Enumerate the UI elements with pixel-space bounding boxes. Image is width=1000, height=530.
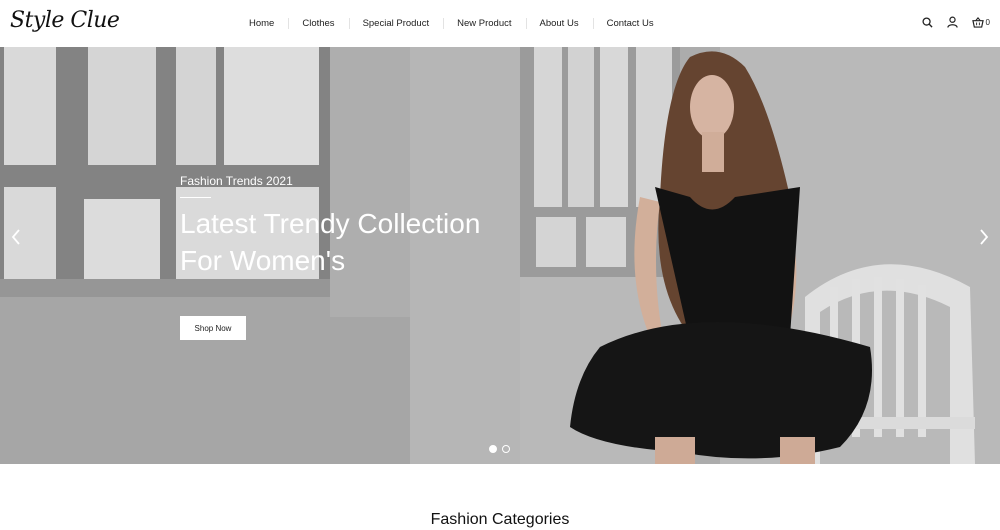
search-icon[interactable] bbox=[921, 15, 935, 29]
user-icon[interactable] bbox=[946, 15, 960, 29]
site-header: Style Clue Home Clothes Special Product … bbox=[0, 0, 1000, 47]
chevron-right-icon bbox=[980, 229, 989, 245]
hero-slider: Fashion Trends 2021 Latest Trendy Collec… bbox=[0, 47, 1000, 464]
nav-item-home[interactable]: Home bbox=[235, 0, 288, 47]
cart-count-badge: 0 bbox=[985, 17, 990, 27]
slider-pagination bbox=[489, 445, 510, 453]
slider-dot-2[interactable] bbox=[502, 445, 510, 453]
header-actions: 0 bbox=[921, 15, 990, 29]
slider-next-button[interactable] bbox=[976, 225, 992, 249]
slider-dot-1[interactable] bbox=[489, 445, 497, 453]
nav-item-special-product[interactable]: Special Product bbox=[348, 0, 444, 47]
hero-title-line-1: Latest Trendy Collection bbox=[180, 208, 481, 239]
shop-now-button[interactable]: Shop Now bbox=[180, 316, 246, 340]
hero-divider bbox=[180, 197, 211, 198]
hero-title: Latest Trendy Collection For Women's bbox=[180, 205, 540, 279]
slider-prev-button[interactable] bbox=[8, 225, 24, 249]
hero-subtitle: Fashion Trends 2021 bbox=[180, 174, 293, 188]
cart-button[interactable]: 0 bbox=[971, 15, 990, 29]
nav-item-clothes[interactable]: Clothes bbox=[288, 0, 348, 47]
nav-item-new-product[interactable]: New Product bbox=[443, 0, 525, 47]
basket-icon bbox=[971, 15, 985, 29]
main-nav: Home Clothes Special Product New Product… bbox=[235, 0, 668, 47]
brand-logo[interactable]: Style Clue bbox=[10, 8, 120, 33]
nav-item-about-us[interactable]: About Us bbox=[525, 0, 593, 47]
section-heading-fashion-categories: Fashion Categories bbox=[430, 511, 570, 528]
nav-item-contact-us[interactable]: Contact Us bbox=[592, 0, 668, 47]
chevron-left-icon bbox=[11, 229, 20, 245]
hero-title-line-2: For Women's bbox=[180, 245, 346, 276]
